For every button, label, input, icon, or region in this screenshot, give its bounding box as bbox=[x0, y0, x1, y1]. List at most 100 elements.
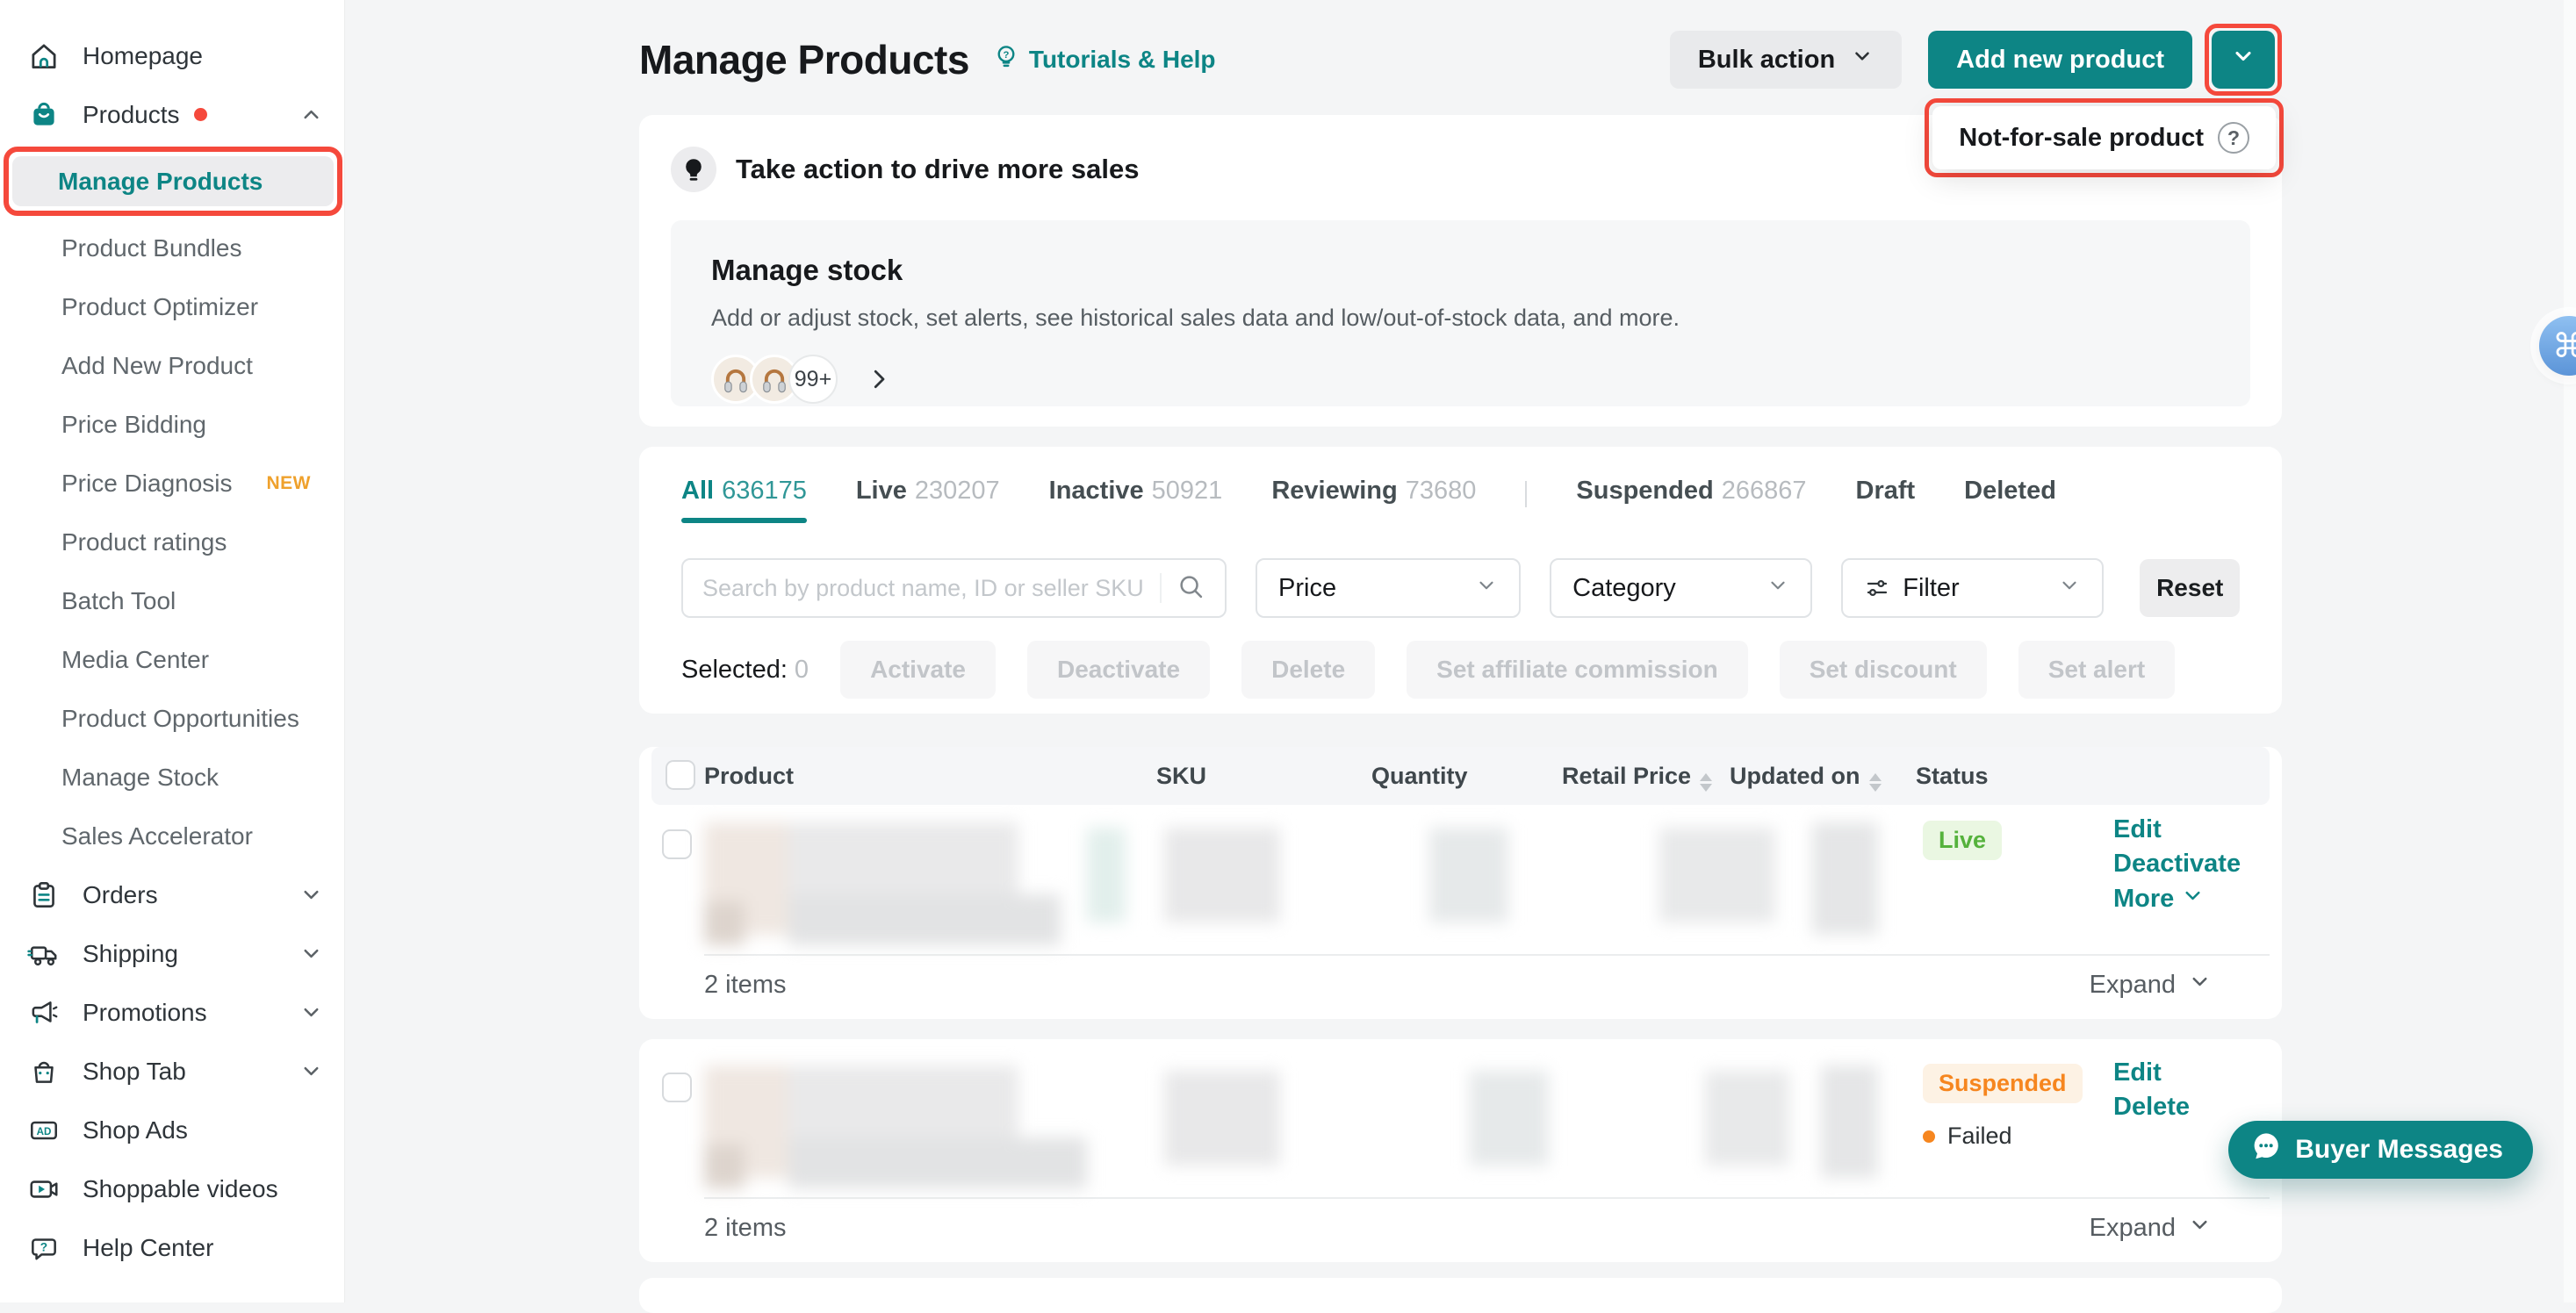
sidebar-item-manage-products[interactable]: Manage Products bbox=[12, 156, 334, 206]
row-checkbox[interactable] bbox=[662, 1073, 692, 1102]
column-label: Status bbox=[1916, 763, 1989, 790]
tab-reviewing[interactable]: Reviewing73680 bbox=[1271, 477, 1476, 523]
chevron-down-icon bbox=[1767, 574, 1789, 603]
row-actions: Edit Delete bbox=[2113, 1058, 2190, 1122]
tab-deleted[interactable]: Deleted bbox=[1964, 477, 2056, 523]
blur-block bbox=[1164, 828, 1280, 922]
manage-stock-banner[interactable]: Manage stock Add or adjust stock, set al… bbox=[671, 220, 2250, 406]
product-table: ProductSKUQuantityRetail PriceUpdated on… bbox=[639, 747, 2282, 1262]
tab-inactive[interactable]: Inactive50921 bbox=[1049, 477, 1223, 523]
column-header-retail-price[interactable]: Retail Price bbox=[1562, 747, 1712, 805]
tab-suspended[interactable]: Suspended266867 bbox=[1576, 477, 1806, 523]
chevron-down-icon bbox=[299, 1001, 323, 1024]
expand-toggle[interactable]: Expand bbox=[2090, 1213, 2212, 1244]
table-header-row: ProductSKUQuantityRetail PriceUpdated on… bbox=[651, 747, 2270, 805]
tab-count: 230207 bbox=[915, 477, 1000, 506]
edit-link[interactable]: Edit bbox=[2113, 815, 2241, 844]
tutorials-help-link[interactable]: ? Tutorials & Help bbox=[992, 43, 1216, 77]
blur-block bbox=[1164, 1071, 1280, 1166]
tab-all[interactable]: All636175 bbox=[681, 477, 807, 523]
expand-toggle[interactable]: Expand bbox=[2090, 970, 2212, 1001]
set-discount-button[interactable]: Set discount bbox=[1780, 641, 1987, 699]
sidebar-item-price-diagnosis[interactable]: Price DiagnosisNEW bbox=[16, 454, 332, 513]
more-link[interactable]: More bbox=[2113, 884, 2241, 915]
sidebar-item-add-new-product[interactable]: Add New Product bbox=[16, 336, 332, 395]
bulk-selection-bar: Selected:0 ActivateDeactivateDeleteSet a… bbox=[681, 641, 2240, 699]
sidebar-item-sales-accelerator[interactable]: Sales Accelerator bbox=[16, 807, 332, 865]
avatar-overflow-count: 99+ bbox=[788, 355, 838, 404]
sidebar-item-homepage[interactable]: Homepage bbox=[16, 26, 332, 85]
set-alert-button[interactable]: Set alert bbox=[2018, 641, 2176, 699]
status-cell: SuspendedFailed bbox=[1923, 1064, 2083, 1150]
clipboard-icon bbox=[26, 878, 61, 913]
reset-button[interactable]: Reset bbox=[2140, 559, 2240, 617]
sidebar-item-batch-tool[interactable]: Batch Tool bbox=[16, 571, 332, 630]
search-input[interactable] bbox=[702, 575, 1160, 602]
status-cell: Live bbox=[1923, 821, 2002, 860]
filter-row: Price Category Filter Reset bbox=[681, 558, 2240, 618]
sidebar-item-product-opportunities[interactable]: Product Opportunities bbox=[16, 689, 332, 748]
sidebar-item-promotions[interactable]: Promotions bbox=[16, 983, 332, 1042]
activate-button[interactable]: Activate bbox=[840, 641, 996, 699]
set-affiliate-commission-button[interactable]: Set affiliate commission bbox=[1407, 641, 1748, 699]
deactivate-button[interactable]: Deactivate bbox=[1027, 641, 1210, 699]
sidebar-item-product-bundles[interactable]: Product Bundles bbox=[16, 219, 332, 277]
sidebar-item-products[interactable]: Products bbox=[16, 85, 332, 144]
sidebar-item-shop-ads[interactable]: ADShop Ads bbox=[16, 1101, 332, 1159]
not-for-sale-menu-item[interactable]: Not-for-sale product ? bbox=[1932, 106, 2276, 169]
annotation-box-not-for-sale: Not-for-sale product ? bbox=[1925, 98, 2284, 177]
arrow-right-icon[interactable] bbox=[866, 366, 892, 392]
chevron-up-icon bbox=[299, 103, 323, 126]
tab-label: Reviewing bbox=[1271, 477, 1397, 506]
select-all-checkbox[interactable] bbox=[666, 760, 695, 790]
not-for-sale-label: Not-for-sale product bbox=[1959, 124, 2204, 153]
sidebar-item-product-optimizer[interactable]: Product Optimizer bbox=[16, 277, 332, 336]
sub-status-label: Failed bbox=[1947, 1123, 2012, 1150]
sidebar-item-price-bidding[interactable]: Price Bidding bbox=[16, 395, 332, 454]
sort-icon[interactable] bbox=[1869, 760, 1882, 792]
filter-dropdown[interactable]: Filter bbox=[1841, 558, 2104, 618]
tab-live[interactable]: Live230207 bbox=[856, 477, 1000, 523]
delete-button[interactable]: Delete bbox=[1241, 641, 1375, 699]
sidebar-item-manage-stock[interactable]: Manage Stock bbox=[16, 748, 332, 807]
sidebar-item-shipping[interactable]: Shipping bbox=[16, 924, 332, 983]
product-avatar-row: 99+ bbox=[711, 355, 2210, 404]
group-footer: 2 itemsExpand bbox=[639, 956, 2282, 1014]
action-label: Deactivate bbox=[2113, 850, 2241, 879]
blur-block bbox=[1470, 1071, 1549, 1166]
row-checkbox[interactable] bbox=[662, 829, 692, 859]
buyer-messages-button[interactable]: Buyer Messages bbox=[2228, 1121, 2533, 1179]
chevron-down-icon bbox=[1851, 45, 1874, 75]
banner-card-title: Manage stock bbox=[711, 254, 2210, 287]
add-product-dropdown-toggle[interactable] bbox=[2212, 31, 2275, 89]
tab-draft[interactable]: Draft bbox=[1856, 477, 1916, 523]
sidebar-item-shop-tab[interactable]: Shop Tab bbox=[16, 1042, 332, 1101]
add-new-product-button[interactable]: Add new product bbox=[1928, 31, 2192, 89]
category-filter-select[interactable]: Category bbox=[1550, 558, 1812, 618]
banner-heading: Take action to drive more sales bbox=[736, 154, 1139, 185]
question-circle-icon[interactable]: ? bbox=[2218, 122, 2249, 154]
blur-block bbox=[704, 1144, 745, 1188]
sidebar-item-label: Add New Product bbox=[61, 352, 253, 380]
sidebar-item-shoppable-videos[interactable]: Shoppable videos bbox=[16, 1159, 332, 1218]
sidebar-item-help-center[interactable]: ?Help Center bbox=[16, 1218, 332, 1277]
category-filter-label: Category bbox=[1572, 574, 1767, 603]
scrollbar-track[interactable] bbox=[2564, 0, 2576, 1302]
bulk-action-button[interactable]: Bulk action bbox=[1670, 31, 1902, 89]
price-filter-select[interactable]: Price bbox=[1256, 558, 1521, 618]
column-header-updated-on[interactable]: Updated on bbox=[1730, 747, 1882, 805]
blurred-product-data bbox=[704, 815, 1878, 945]
delete-link[interactable]: Delete bbox=[2113, 1093, 2190, 1122]
deactivate-link[interactable]: Deactivate bbox=[2113, 850, 2241, 879]
sidebar-item-media-center[interactable]: Media Center bbox=[16, 630, 332, 689]
sidebar-item-orders[interactable]: Orders bbox=[16, 865, 332, 924]
banner-card-desc: Add or adjust stock, set alerts, see his… bbox=[711, 305, 2210, 332]
sidebar-item-product-ratings[interactable]: Product ratings bbox=[16, 513, 332, 571]
search-icon[interactable] bbox=[1176, 571, 1205, 606]
tab-label: Inactive bbox=[1049, 477, 1144, 506]
sort-icon[interactable] bbox=[1700, 760, 1712, 792]
edit-link[interactable]: Edit bbox=[2113, 1058, 2190, 1087]
chevron-down-icon bbox=[1475, 574, 1498, 603]
sliders-icon bbox=[1864, 575, 1890, 601]
next-card-sliver bbox=[639, 1278, 2282, 1313]
